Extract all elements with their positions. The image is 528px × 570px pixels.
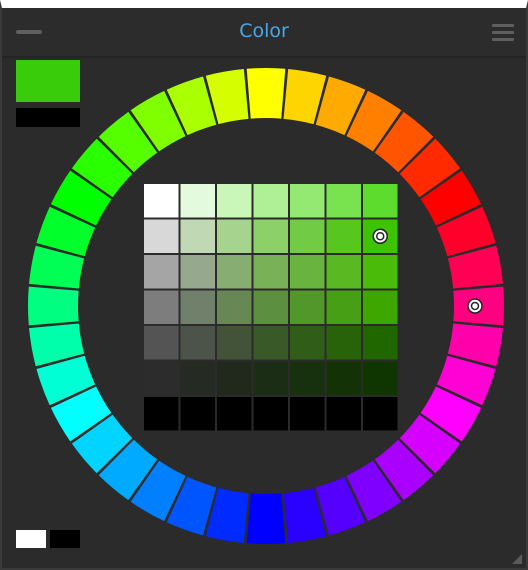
color-grid-cell[interactable] (144, 184, 179, 218)
hue-segment[interactable] (28, 286, 79, 326)
color-grid-cell[interactable] (326, 326, 362, 360)
color-wheel[interactable] (26, 60, 506, 552)
color-grid-cell[interactable] (144, 255, 179, 289)
color-grid-cell[interactable] (144, 326, 179, 360)
color-grid-cell[interactable] (217, 219, 252, 254)
color-grid-cell[interactable] (144, 361, 179, 396)
color-grid-cell[interactable] (217, 290, 252, 325)
color-grid-cell[interactable] (290, 361, 325, 396)
color-grid-cell[interactable] (217, 326, 252, 360)
color-grid-cell[interactable] (180, 219, 216, 254)
color-grid-cell[interactable] (144, 397, 179, 431)
color-grid-cell[interactable] (290, 255, 325, 289)
color-grid-cell[interactable] (180, 290, 216, 325)
color-grid-cell[interactable] (144, 219, 179, 254)
color-grid-cell[interactable] (326, 184, 362, 218)
color-grid-cell[interactable] (326, 219, 362, 254)
color-grid-cell[interactable] (253, 219, 289, 254)
color-grid-cell[interactable] (253, 361, 289, 396)
color-grid-cell[interactable] (363, 326, 398, 360)
color-grid-cell[interactable] (326, 255, 362, 289)
color-grid-cell[interactable] (180, 184, 216, 218)
color-grid-cell[interactable] (363, 397, 398, 431)
color-grid-cell[interactable] (217, 397, 252, 431)
color-grid-cell[interactable] (363, 184, 398, 218)
color-grid-cell[interactable] (180, 361, 216, 396)
reset-white-swatch[interactable] (16, 530, 46, 548)
color-grid-cell[interactable] (217, 184, 252, 218)
color-grid-cell[interactable] (217, 255, 252, 289)
color-grid-cell[interactable] (290, 184, 325, 218)
color-panel: Color (0, 0, 528, 570)
color-grid-cell[interactable] (290, 290, 325, 325)
hue-segment[interactable] (246, 68, 286, 119)
panel-titlebar: Color (2, 8, 526, 58)
color-grid-cell[interactable] (326, 290, 362, 325)
grid-selector-marker[interactable] (372, 228, 388, 244)
panel-title: Color (239, 20, 289, 42)
color-grid-cell[interactable] (290, 326, 325, 360)
color-grid-cell[interactable] (326, 397, 362, 431)
hue-segment[interactable] (246, 493, 286, 544)
resize-grip-icon[interactable] (512, 554, 522, 564)
color-grid-cell[interactable] (180, 397, 216, 431)
color-grid-cell[interactable] (253, 184, 289, 218)
color-grid-cell[interactable] (253, 326, 289, 360)
color-grid-cell[interactable] (180, 255, 216, 289)
color-grid-cell[interactable] (253, 255, 289, 289)
color-grid-cell[interactable] (290, 397, 325, 431)
color-grid-cell[interactable] (363, 361, 398, 396)
color-grid-cell[interactable] (363, 255, 398, 289)
color-grid-cell[interactable] (217, 361, 252, 396)
color-grid-cell[interactable] (290, 219, 325, 254)
color-grid-cell[interactable] (180, 326, 216, 360)
hamburger-menu-icon[interactable] (492, 24, 514, 42)
color-grid-cell[interactable] (363, 290, 398, 325)
color-grid-cell[interactable] (144, 290, 179, 325)
reset-black-swatch[interactable] (50, 530, 80, 548)
color-grid-cell[interactable] (326, 361, 362, 396)
color-grid-cell[interactable] (253, 290, 289, 325)
color-grid-cell[interactable] (253, 397, 289, 431)
hue-selector-marker[interactable] (467, 298, 483, 314)
